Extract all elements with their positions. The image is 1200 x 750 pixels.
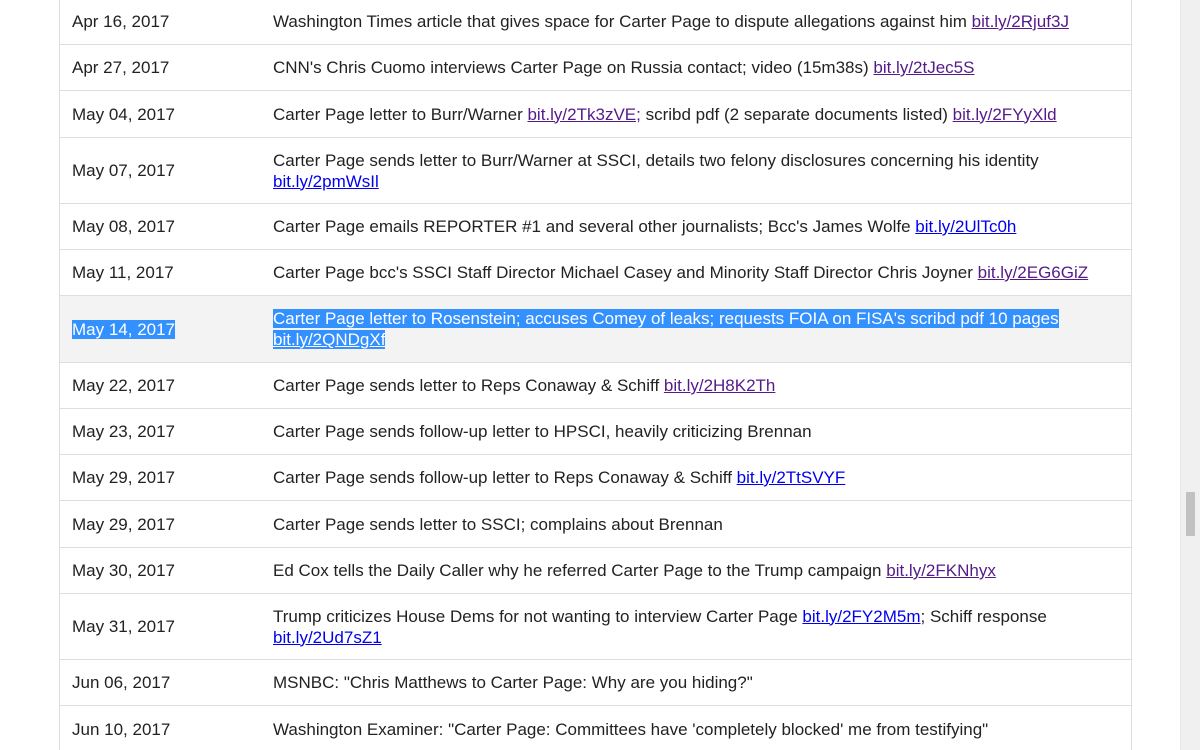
table-row: May 29, 2017 Carter Page sends letter to… xyxy=(60,501,1131,548)
row-description: Ed Cox tells the Daily Caller why he ref… xyxy=(273,561,996,580)
source-link[interactable]: bit.ly/2FKNhyx xyxy=(886,561,996,580)
table-row-selected: May 14, 2017 Carter Page letter to Rosen… xyxy=(60,296,1131,363)
row-description: Carter Page sends follow-up letter to HP… xyxy=(273,422,812,441)
row-description: Trump criticizes House Dems for not want… xyxy=(273,606,1047,647)
row-date: May 07, 2017 xyxy=(72,161,176,180)
row-description: Carter Page sends letter to SSCI; compla… xyxy=(273,514,723,534)
row-date: Jun 06, 2017 xyxy=(72,673,171,692)
table-row: May 07, 2017 Carter Page sends letter to… xyxy=(60,138,1131,204)
source-link[interactable]: bit.ly/2Rjuf3J xyxy=(972,12,1069,31)
row-date: May 29, 2017 xyxy=(72,468,176,487)
row-description: Carter Page emails REPORTER #1 and sever… xyxy=(273,217,1017,236)
row-date: May 11, 2017 xyxy=(72,263,174,282)
table-row: May 31, 2017 Trump criticizes House Dems… xyxy=(60,594,1131,660)
row-description: Carter Page sends letter to Reps Conaway… xyxy=(273,376,776,395)
row-date: May 22, 2017 xyxy=(72,376,176,395)
row-date: Jun 10, 2017 xyxy=(72,719,171,739)
row-description: Washington Times article that gives spac… xyxy=(273,12,1069,31)
row-description: MSNBC: "Chris Matthews to Carter Page: W… xyxy=(273,673,753,692)
source-link-secondary[interactable]: bit.ly/2Ud7sZ1 xyxy=(273,628,382,647)
table-row: Apr 27, 2017 CNN's Chris Cuomo interview… xyxy=(60,45,1131,91)
row-description: CNN's Chris Cuomo interviews Carter Page… xyxy=(273,58,975,77)
source-link[interactable]: bit.ly/2FY2M5m xyxy=(802,607,920,626)
row-date: May 04, 2017 xyxy=(72,104,176,124)
source-link[interactable]: bit.ly/2UlTc0h xyxy=(915,217,1016,236)
table-row: Jun 06, 2017 MSNBC: "Chris Matthews to C… xyxy=(60,660,1131,706)
source-link[interactable]: bit.ly/2Tk3zVE; xyxy=(527,105,640,124)
row-description: Carter Page sends letter to Burr/Warner … xyxy=(273,150,1039,191)
table-row: May 29, 2017 Carter Page sends follow-up… xyxy=(60,455,1131,501)
source-link[interactable]: bit.ly/2QNDgXf xyxy=(273,330,385,349)
source-link[interactable]: bit.ly/2TtSVYF xyxy=(737,468,846,487)
table-row: May 22, 2017 Carter Page sends letter to… xyxy=(60,363,1131,409)
source-link[interactable]: bit.ly/2EG6GiZ xyxy=(978,263,1089,282)
table-row: May 04, 2017 Carter Page letter to Burr/… xyxy=(60,91,1131,138)
table-row: Apr 16, 2017 Washington Times article th… xyxy=(60,0,1131,45)
row-date: Apr 16, 2017 xyxy=(72,12,170,31)
source-link[interactable]: bit.ly/2pmWsIl xyxy=(273,172,379,191)
page-viewport: Apr 16, 2017 Washington Times article th… xyxy=(0,0,1180,750)
table-row: May 30, 2017 Ed Cox tells the Daily Call… xyxy=(60,548,1131,594)
table-row: May 08, 2017 Carter Page emails REPORTER… xyxy=(60,204,1131,250)
row-date: May 08, 2017 xyxy=(72,217,176,236)
row-date: May 14, 2017 xyxy=(60,319,273,339)
row-date: May 31, 2017 xyxy=(72,617,176,636)
selected-date-text: May 14, 2017 xyxy=(72,319,176,339)
row-date: May 29, 2017 xyxy=(72,514,176,534)
source-link-secondary[interactable]: bit.ly/2FYyXld xyxy=(953,105,1057,124)
row-description: Carter Page bcc's SSCI Staff Director Mi… xyxy=(273,263,1089,282)
timeline-table: Apr 16, 2017 Washington Times article th… xyxy=(59,0,1132,750)
row-date: Apr 27, 2017 xyxy=(72,58,170,77)
source-link[interactable]: bit.ly/2H8K2Th xyxy=(664,376,776,395)
scrollbar-thumb[interactable] xyxy=(1186,492,1195,536)
row-description: Washington Examiner: "Carter Page: Commi… xyxy=(273,719,989,739)
row-description: Carter Page sends follow-up letter to Re… xyxy=(273,468,846,487)
table-row: Jun 10, 2017 Washington Examiner: "Carte… xyxy=(60,706,1131,750)
row-description: Carter Page letter to Burr/Warner bit.ly… xyxy=(273,104,1057,124)
selected-description-text: Carter Page letter to Rosenstein; accuse… xyxy=(273,309,1059,349)
row-description: Carter Page letter to Rosenstein; accuse… xyxy=(273,308,1131,350)
table-row: May 23, 2017 Carter Page sends follow-up… xyxy=(60,409,1131,455)
row-date: May 30, 2017 xyxy=(72,561,176,580)
source-link[interactable]: bit.ly/2tJec5S xyxy=(873,58,974,77)
row-date: May 23, 2017 xyxy=(72,422,176,441)
vertical-scrollbar[interactable] xyxy=(1180,0,1200,750)
table-row: May 11, 2017 Carter Page bcc's SSCI Staf… xyxy=(60,250,1131,296)
